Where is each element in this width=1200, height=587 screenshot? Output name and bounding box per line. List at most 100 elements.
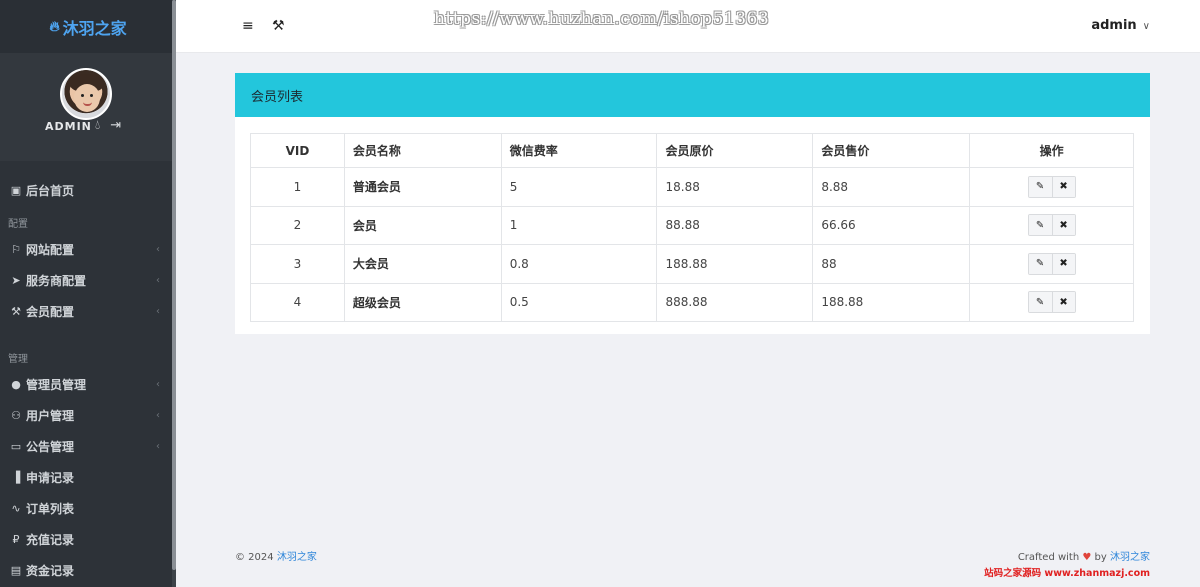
source-stamp: 站码之家源码 www.zhanmazj.com (984, 568, 1150, 579)
sidebar-item-label: 充值记录 (26, 533, 75, 547)
table-row: 4 超级会员 0.5 888.88 188.88 ✎ ✖ (250, 282, 1134, 322)
sidebar-item-recharge-records[interactable]: ₽ 充值记录 (0, 524, 176, 555)
cell-original: 888.88 (656, 282, 814, 322)
avatar[interactable] (60, 68, 112, 120)
sidebar: 🔥︎ 沐羽之家 ADMIN 💧︎ ⇥ ▣ 后台首页 配置 ⚐ 网站配置 ‹ ➤ … (0, 0, 176, 587)
footer-copyright: © 2024 沐羽之家 (235, 548, 317, 563)
delete-icon[interactable]: ✖ (1051, 215, 1075, 236)
cell-rate: 0.5 (500, 282, 658, 322)
sidebar-item-label: 后台首页 (26, 184, 75, 198)
sidebar-item-notice-manage[interactable]: ▭ 公告管理 ‹ (0, 431, 176, 462)
by-text: by (1094, 552, 1107, 563)
money-icon: ▤ (10, 564, 22, 577)
sidebar-scrollbar[interactable] (172, 0, 176, 587)
sidebar-item-order-list[interactable]: ∿ 订单列表 (0, 493, 176, 524)
cell-vid: 2 (250, 205, 345, 245)
delete-icon[interactable]: ✖ (1051, 176, 1075, 197)
cell-original: 88.88 (656, 205, 814, 245)
sidebar-item-label: 申请记录 (26, 471, 75, 485)
panel-title: 会员列表 (235, 73, 1150, 117)
chevron-left-icon: ‹ (156, 410, 160, 421)
user-name: ADMIN (45, 120, 92, 133)
edit-icon[interactable]: ✎ (1028, 292, 1052, 313)
table-row: 3 大会员 0.8 188.88 88 ✎ ✖ (250, 244, 1134, 284)
sidebar-item-label: 订单列表 (26, 502, 75, 516)
footer-author-link[interactable]: 沐羽之家 (1110, 552, 1150, 563)
sidebar-item-apply-records[interactable]: ▐ 申请记录 (0, 462, 176, 493)
column-header-actions: 操作 (969, 133, 1134, 168)
chevron-left-icon: ‹ (156, 275, 160, 286)
wrench-icon[interactable]: ⚒ (272, 18, 285, 34)
wrench-icon: ⚒ (11, 305, 21, 318)
cell-name: 普通会员 (343, 167, 502, 207)
column-header-sale: 会员售价 (812, 133, 971, 168)
cell-name: 大会员 (343, 244, 502, 284)
cell-sale: 88 (812, 244, 971, 284)
send-icon: ➤ (11, 274, 21, 287)
sidebar-item-site-config[interactable]: ⚐ 网站配置 ‹ (0, 234, 176, 265)
edit-icon[interactable]: ✎ (1028, 176, 1052, 197)
cell-name: 超级会员 (343, 282, 502, 322)
cell-actions: ✎ ✖ (969, 282, 1134, 322)
column-header-name: 会员名称 (343, 133, 502, 168)
sidebar-item-label: 公告管理 (26, 440, 75, 454)
sidebar-item-label: 会员配置 (26, 305, 75, 319)
sidebar-item-label: 管理员管理 (26, 378, 87, 392)
cell-sale: 8.88 (812, 167, 971, 207)
sidebar-item-dashboard[interactable]: ▣ 后台首页 (0, 175, 176, 206)
sidebar-item-provider-config[interactable]: ➤ 服务商配置 ‹ (0, 265, 176, 296)
cell-rate: 0.8 (500, 244, 658, 284)
admin-label: admin (1091, 18, 1137, 33)
chevron-left-icon: ‹ (156, 306, 160, 317)
tag-icon: ⚐ (11, 243, 21, 256)
user-icon: ● (11, 378, 21, 391)
cell-actions: ✎ ✖ (969, 205, 1134, 245)
footer-site-link[interactable]: 沐羽之家 (277, 552, 317, 563)
sidebar-nav: ▣ 后台首页 配置 ⚐ 网站配置 ‹ ➤ 服务商配置 ‹ ⚒ 会员配置 ‹ 管理… (0, 161, 176, 586)
chevron-left-icon: ‹ (156, 379, 160, 390)
crafted-text: Crafted with (1017, 552, 1080, 563)
chevron-down-icon: ∨ (1142, 21, 1150, 32)
edit-icon[interactable]: ✎ (1028, 215, 1052, 236)
fire-icon: 🔥︎ (49, 18, 60, 35)
cell-vid: 1 (250, 167, 345, 207)
bar-chart-icon: ▐ (11, 471, 21, 484)
sidebar-item-label: 网站配置 (26, 243, 75, 257)
cell-sale: 66.66 (812, 205, 971, 245)
footer-credit: Crafted with ♥ by 沐羽之家 站码之家源码 www.zhanma… (984, 548, 1150, 579)
dashboard-icon: ▣ (10, 184, 22, 197)
column-header-original: 会员原价 (656, 133, 814, 168)
column-header-vid: VID (250, 133, 345, 168)
menu-toggle-icon[interactable]: ≡ (242, 18, 254, 34)
cell-actions: ✎ ✖ (969, 244, 1134, 284)
column-header-rate: 微信费率 (500, 133, 658, 168)
cell-vid: 3 (250, 244, 345, 284)
cell-rate: 1 (500, 205, 658, 245)
table-row: 1 普通会员 5 18.88 8.88 ✎ ✖ (250, 167, 1134, 207)
theme-drop-icon[interactable]: 💧︎ (95, 118, 100, 133)
sidebar-item-fund-records[interactable]: ▤ 资金记录 (0, 555, 176, 586)
chevron-left-icon: ‹ (156, 244, 160, 255)
sidebar-item-user-manage[interactable]: ⚇ 用户管理 ‹ (0, 400, 176, 431)
logout-icon[interactable]: ⇥ (110, 118, 121, 133)
table-row: 2 会员 1 88.88 66.66 ✎ ✖ (250, 205, 1134, 245)
brand[interactable]: 🔥︎ 沐羽之家 (0, 0, 176, 53)
sidebar-item-label: 用户管理 (26, 409, 75, 423)
delete-icon[interactable]: ✖ (1051, 292, 1075, 313)
user-panel: ADMIN 💧︎ ⇥ (0, 53, 176, 161)
admin-dropdown[interactable]: admin ∨ (1091, 18, 1150, 33)
users-icon: ⚇ (11, 409, 21, 422)
line-chart-icon: ∿ (11, 502, 21, 515)
section-header-config: 配置 (8, 219, 28, 230)
brand-title: 沐羽之家 (62, 18, 127, 38)
edit-icon[interactable]: ✎ (1028, 253, 1052, 274)
member-table: VID 会员名称 微信费率 会员原价 会员售价 操作 1 普通会员 5 18.8… (250, 133, 1134, 322)
panel-body: VID 会员名称 微信费率 会员原价 会员售价 操作 1 普通会员 5 18.8… (235, 117, 1150, 334)
heart-icon: ♥ (1082, 552, 1092, 563)
comment-icon: ▭ (10, 440, 22, 453)
sidebar-item-admin-manage[interactable]: ● 管理员管理 ‹ (0, 369, 176, 400)
delete-icon[interactable]: ✖ (1051, 253, 1075, 274)
topbar: ≡ ⚒ https://www.huzhan.com/ishop51363 ad… (176, 0, 1200, 53)
cell-vid: 4 (250, 282, 345, 322)
sidebar-item-member-config[interactable]: ⚒ 会员配置 ‹ (0, 296, 176, 327)
